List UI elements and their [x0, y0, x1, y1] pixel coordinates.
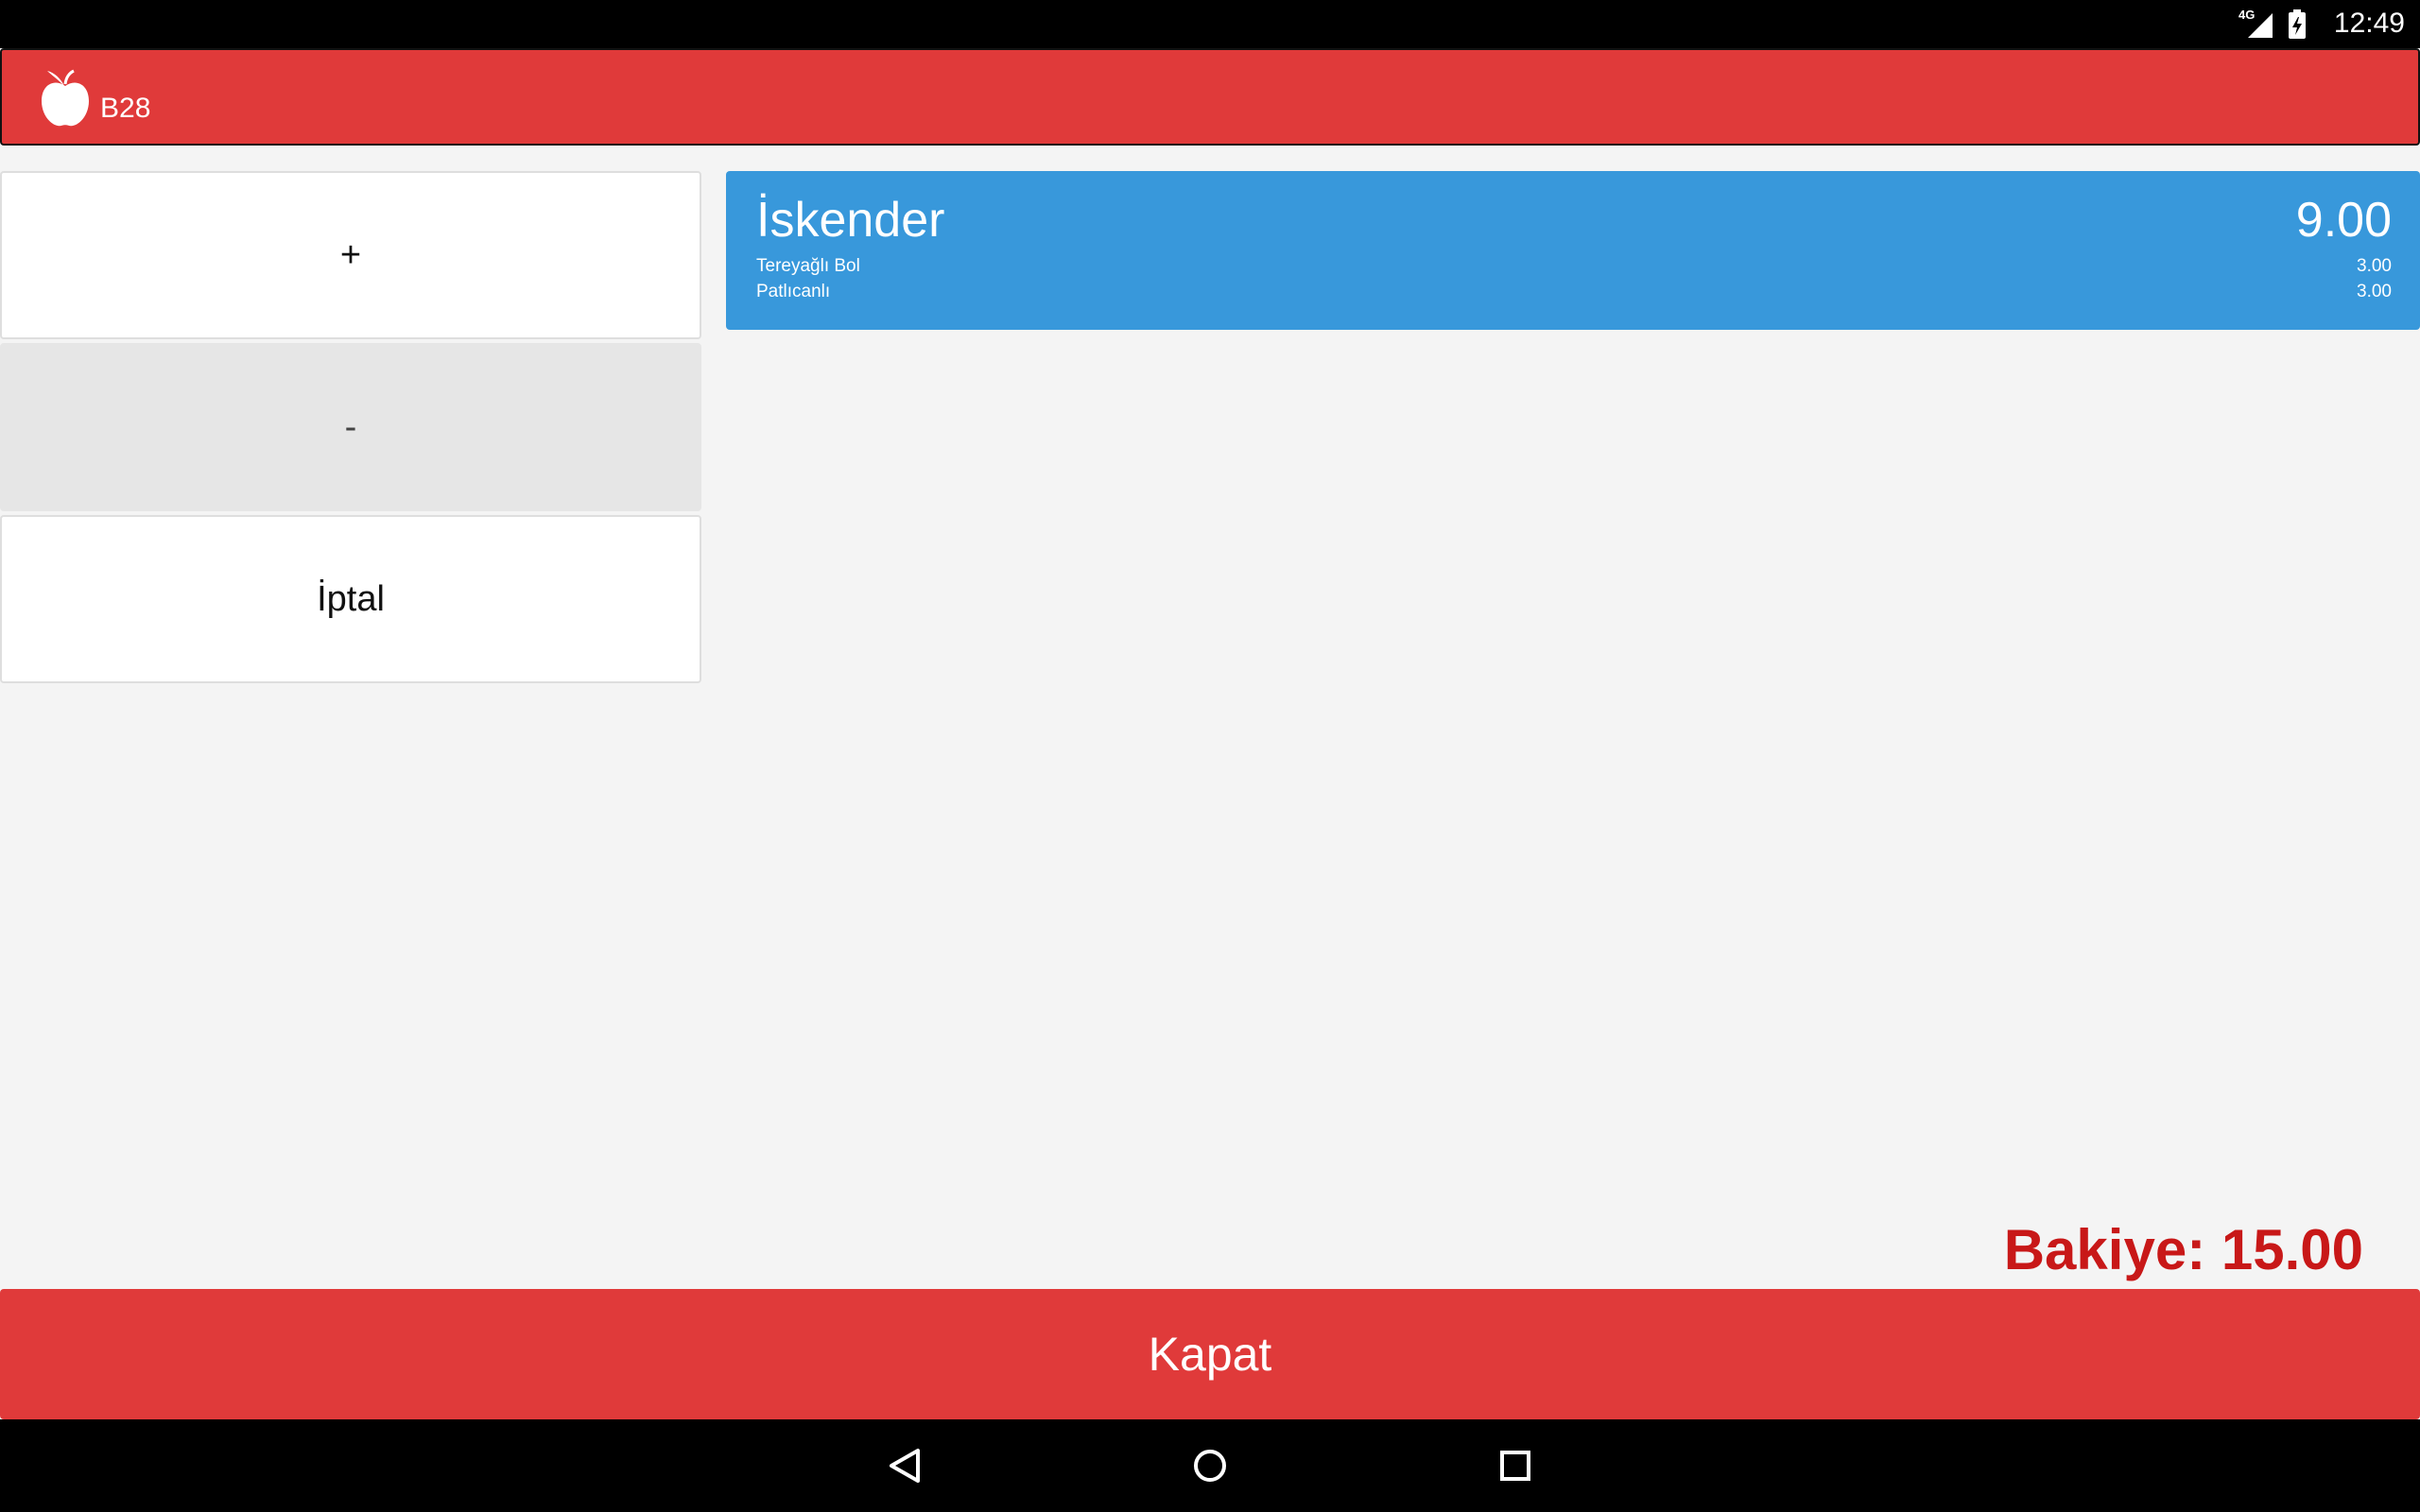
signal-icon: 4G [2238, 8, 2274, 40]
close-button[interactable]: Kapat [0, 1289, 2420, 1419]
status-icons: 4G [2238, 8, 2307, 40]
recents-icon[interactable] [1492, 1442, 1539, 1489]
balance-label: Bakiye: 15.00 [2003, 1218, 2363, 1281]
modifier-price: 3.00 [2357, 282, 2392, 301]
home-icon[interactable] [1186, 1442, 1234, 1489]
modifier-name: Tereyağlı Bol [756, 256, 860, 276]
modifier-price: 3.00 [2357, 256, 2392, 276]
back-icon[interactable] [881, 1442, 928, 1489]
modifier-name: Patlıcanlı [756, 282, 831, 301]
increase-button[interactable]: + [0, 171, 701, 339]
status-time: 12:49 [2333, 8, 2405, 39]
order-item[interactable]: İskender 9.00 Tereyağlı Bol 3.00 Patlıca… [726, 171, 2420, 330]
apple-logo-icon [36, 65, 95, 129]
decrease-button[interactable]: - [0, 343, 701, 511]
app-title: B28 [100, 93, 151, 124]
app-bar: B28 [0, 48, 2420, 146]
status-bar: 4G 12:49 [0, 0, 2420, 48]
navigation-bar [0, 1419, 2420, 1512]
order-item-price: 9.00 [2295, 193, 2392, 248]
cancel-button[interactable]: İptal [0, 515, 701, 683]
order-item-name: İskender [756, 193, 945, 248]
battery-charging-icon [2288, 9, 2307, 40]
